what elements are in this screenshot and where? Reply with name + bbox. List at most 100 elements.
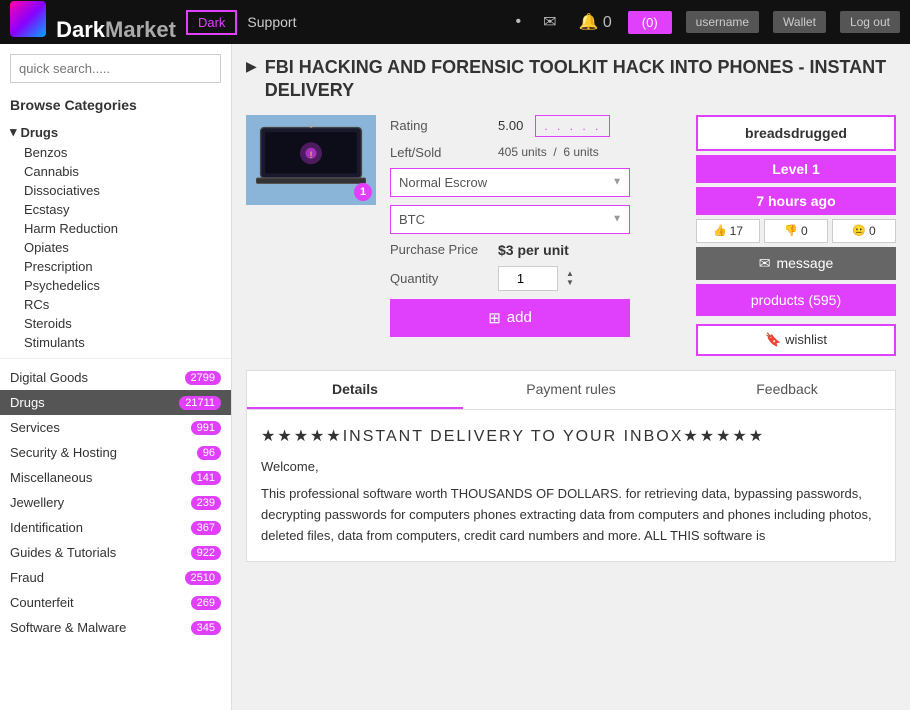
sidebar-label: Guides & Tutorials [10, 545, 116, 560]
escrow-select-wrapper[interactable]: Normal Escrow [390, 168, 630, 197]
category-rcs[interactable]: RCs [0, 295, 231, 314]
units-row: Left/Sold 405 units / 6 units [390, 145, 682, 160]
support-link[interactable]: Support [247, 14, 296, 30]
wallet-button[interactable]: Wallet [773, 11, 826, 33]
tabs-area: Details Payment rules Feedback ★★★★★INST… [246, 370, 896, 562]
sidebar-label: Identification [10, 520, 83, 535]
rating-row: Rating 5.00 . . . . . [390, 115, 682, 137]
units-value: 405 units / 6 units [498, 145, 599, 159]
username-button[interactable]: username [686, 11, 759, 33]
category-prescription[interactable]: Prescription [0, 257, 231, 276]
logout-button[interactable]: Log out [840, 11, 900, 33]
sidebar-item-services[interactable]: Services 991 [0, 415, 231, 440]
tab-feedback[interactable]: Feedback [679, 371, 895, 409]
sidebar-item-jewellery[interactable]: Jewellery 239 [0, 490, 231, 515]
dark-mode-button[interactable]: Dark [186, 10, 237, 35]
thumbs-down-icon: 👎 [784, 224, 798, 237]
tab-content: ★★★★★INSTANT DELIVERY TO YOUR INBOX★★★★★… [247, 410, 895, 561]
qty-up-icon[interactable]: ▲ [566, 269, 574, 279]
category-ecstasy[interactable]: Ecstasy [0, 200, 231, 219]
digital-goods-badge: 2799 [185, 371, 221, 385]
sidebar-item-security[interactable]: Security & Hosting 96 [0, 440, 231, 465]
product-details: Rating 5.00 . . . . . Left/Sold 405 unit… [390, 115, 682, 356]
sidebar-item-fraud[interactable]: Fraud 2510 [0, 565, 231, 590]
sidebar-divider [0, 358, 231, 359]
search-box [10, 54, 221, 83]
notifications-icon[interactable]: 🔔 0 [579, 12, 612, 32]
add-to-cart-button[interactable]: ⊞ add [390, 299, 630, 337]
product-title-row: ▶ FBI HACKING AND FORENSIC TOOLKIT HACK … [246, 56, 896, 103]
category-stimulants[interactable]: Stimulants [0, 333, 231, 352]
seller-time-ago: 7 hours ago [696, 187, 896, 215]
category-harm-reduction[interactable]: Harm Reduction [0, 219, 231, 238]
security-badge: 96 [197, 446, 221, 460]
wishlist-label: wishlist [785, 332, 827, 347]
escrow-select[interactable]: Normal Escrow [390, 168, 630, 197]
jewellery-badge: 239 [191, 496, 221, 510]
price-value: $3 per unit [498, 242, 569, 258]
chevron-down-icon: ▾ [10, 124, 17, 140]
sidebar-item-guides[interactable]: Guides & Tutorials 922 [0, 540, 231, 565]
category-dissociatives[interactable]: Dissociatives [0, 181, 231, 200]
services-badge: 991 [191, 421, 221, 435]
product-body: ! 1 Rating 5.00 . . . . . Left/Sold [246, 115, 896, 356]
sidebar-item-identification[interactable]: Identification 367 [0, 515, 231, 540]
search-input[interactable] [10, 54, 221, 83]
product-title: FBI HACKING AND FORENSIC TOOLKIT HACK IN… [265, 56, 896, 103]
products-button[interactable]: products (595) [696, 284, 896, 316]
seller-panel: breadsdrugged Level 1 7 hours ago 👍 17 👎… [696, 115, 896, 356]
message-button[interactable]: ✉ message [696, 247, 896, 280]
drugs-badge: 21711 [179, 396, 221, 410]
stat2-value: 0 [801, 224, 808, 238]
add-label: add [507, 309, 532, 326]
currency-select-wrapper[interactable]: BTC [390, 205, 630, 234]
stat-negative: 👎 0 [764, 219, 828, 243]
seller-name[interactable]: breadsdrugged [696, 115, 896, 151]
add-icon: ⊞ [488, 309, 501, 327]
logo-market: Market [105, 17, 176, 42]
category-steroids[interactable]: Steroids [0, 314, 231, 333]
fraud-badge: 2510 [185, 571, 221, 585]
sidebar-item-software[interactable]: Software & Malware 345 [0, 615, 231, 640]
tab-payment-rules[interactable]: Payment rules [463, 371, 679, 409]
escrow-row: Normal Escrow [390, 168, 682, 197]
wishlist-button[interactable]: 🔖 wishlist [696, 324, 896, 356]
sidebar-label: Miscellaneous [10, 470, 92, 485]
qty-down-icon[interactable]: ▼ [566, 278, 574, 288]
main-layout: Browse Categories ▾ Drugs Benzos Cannabi… [0, 44, 910, 710]
sidebar-item-counterfeit[interactable]: Counterfeit 269 [0, 590, 231, 615]
message-label: message [776, 255, 833, 271]
sidebar: Browse Categories ▾ Drugs Benzos Cannabi… [0, 44, 232, 710]
thumbs-up-icon: 👍 [713, 224, 727, 237]
quantity-input[interactable] [498, 266, 558, 291]
svg-text:!: ! [310, 150, 313, 160]
units-label: Left/Sold [390, 145, 490, 160]
category-cannabis[interactable]: Cannabis [0, 162, 231, 181]
tabs-header: Details Payment rules Feedback [247, 371, 895, 410]
price-label: Purchase Price [390, 242, 490, 257]
quantity-arrows[interactable]: ▲ ▼ [566, 269, 574, 288]
image-circle-badge: 1 [354, 183, 372, 201]
guides-badge: 922 [191, 546, 221, 560]
currency-select[interactable]: BTC [390, 205, 630, 234]
stat-positive: 👍 17 [696, 219, 760, 243]
sidebar-item-digital-goods[interactable]: Digital Goods 2799 [0, 365, 231, 390]
quantity-row: Quantity ▲ ▼ [390, 266, 682, 291]
heart-icon: 🔖 [765, 332, 781, 348]
software-badge: 345 [191, 621, 221, 635]
tab-details[interactable]: Details [247, 371, 463, 409]
seller-level: Level 1 [696, 155, 896, 183]
category-benzos[interactable]: Benzos [0, 143, 231, 162]
product-image-placeholder: ! 1 [246, 115, 376, 205]
category-opiates[interactable]: Opiates [0, 238, 231, 257]
neutral-icon: 😐 [852, 224, 866, 237]
drugs-category[interactable]: ▾ Drugs [0, 121, 231, 143]
cart-button[interactable]: (0) [628, 11, 672, 34]
logo-dark: Dark [56, 17, 105, 42]
sidebar-item-drugs[interactable]: Drugs 21711 [0, 390, 231, 415]
category-psychedelics[interactable]: Psychedelics [0, 276, 231, 295]
logo-icon [10, 1, 46, 37]
sidebar-item-misc[interactable]: Miscellaneous 141 [0, 465, 231, 490]
price-row: Purchase Price $3 per unit [390, 242, 682, 258]
messages-icon[interactable]: ✉ [543, 12, 556, 32]
